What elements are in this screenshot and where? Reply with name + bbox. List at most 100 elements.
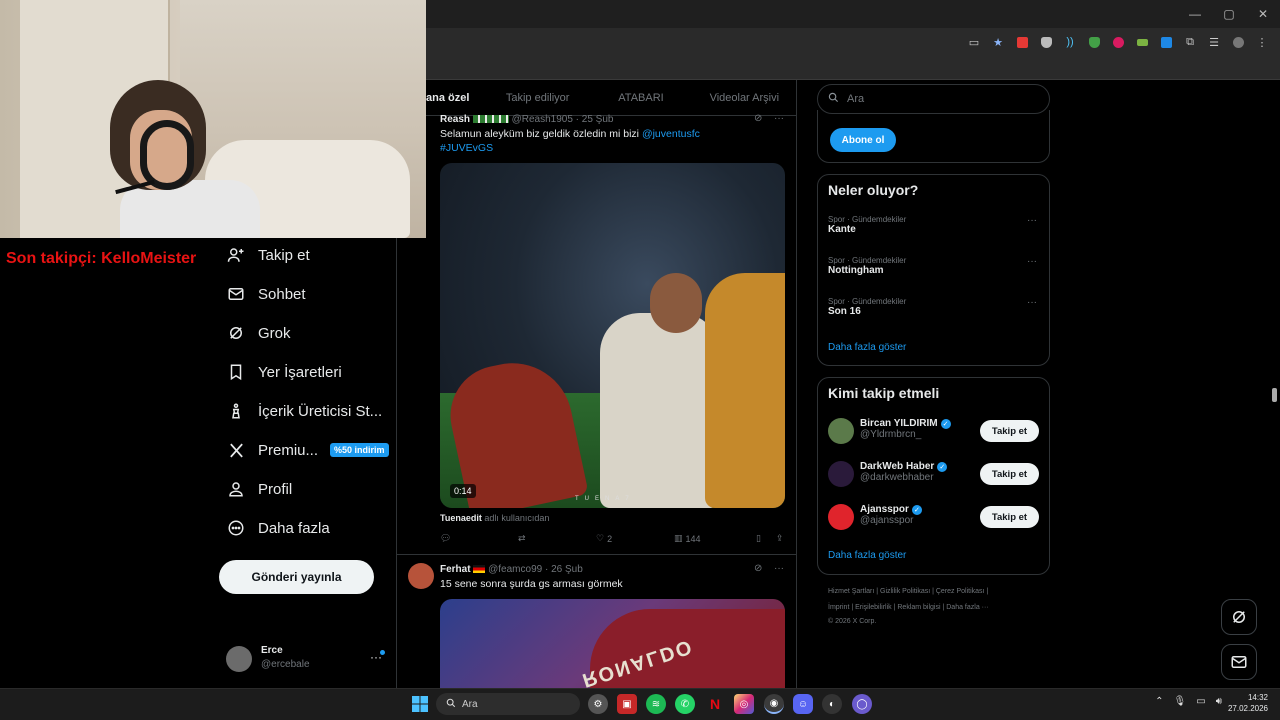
windows-start-icon[interactable] — [410, 694, 430, 714]
avatar[interactable] — [828, 418, 854, 444]
flag-icon — [473, 565, 486, 574]
subscribe-button[interactable]: Abone ol — [830, 128, 896, 152]
display-icon[interactable]: ▭ — [1196, 696, 1205, 707]
red-app-icon[interactable]: ▣ — [617, 694, 637, 714]
discount-badge: %50 indirim — [330, 443, 389, 457]
scrollbar-thumb[interactable] — [1272, 388, 1277, 402]
extension-shield-icon[interactable] — [1036, 32, 1056, 52]
suggestion-handle: @darkwebhaber — [860, 472, 934, 483]
trend-more-icon[interactable]: ··· — [1027, 215, 1037, 226]
puzzle-icon[interactable]: ⧉ — [1180, 32, 1200, 52]
spotify-icon[interactable]: ≋ — [646, 694, 666, 714]
trend-item[interactable]: Spor · Gündemdekiler Son 16 — [828, 297, 906, 317]
suggestion-name: DarkWeb Haber — [860, 461, 935, 472]
account-switcher[interactable]: Erce @ercebale ··· — [226, 644, 386, 676]
nav-premium[interactable]: Premiu... %50 indirim — [226, 435, 389, 465]
attribution-user[interactable]: Tuenaedit — [440, 513, 482, 523]
nav-grok[interactable]: Grok — [226, 318, 291, 348]
nav-chat[interactable]: Sohbet — [226, 279, 306, 309]
trend-item[interactable]: Spor · Gündemdekiler Nottingham — [828, 256, 906, 276]
tweet-more-icon[interactable]: ··· — [774, 113, 784, 124]
grok-analyze-icon[interactable]: ⊘ — [754, 113, 762, 124]
extension-battery-icon[interactable] — [1132, 32, 1152, 52]
obs-icon[interactable]: ◐ — [822, 694, 842, 714]
views-button[interactable]: ▥ 144 — [674, 533, 756, 544]
profile-avatar-icon[interactable] — [1228, 32, 1248, 52]
extension-red-icon[interactable] — [1012, 32, 1032, 52]
tweet-handle[interactable]: @feamco99 — [488, 564, 542, 575]
microphone-icon[interactable]: 🎙︎ — [1174, 696, 1187, 707]
trend-more-icon[interactable]: ··· — [1027, 256, 1037, 267]
chevron-up-icon[interactable]: ⌃ — [1155, 696, 1163, 707]
share-icon[interactable]: ⇪ — [776, 533, 784, 544]
taskbar-clock[interactable]: 14:32 27.02.2026 — [1228, 692, 1268, 714]
follow-button[interactable]: Takip et — [980, 420, 1039, 442]
trends-title: Neler oluyor? — [828, 182, 919, 198]
tab-ana-ozel[interactable]: ana özel — [426, 92, 486, 104]
nav-follow[interactable]: Takip et — [226, 240, 310, 270]
avatar[interactable] — [828, 461, 854, 487]
tweet-author-name[interactable]: Reash — [440, 114, 470, 125]
close-button[interactable]: ✕ — [1246, 0, 1280, 28]
suggestion-item[interactable]: Ajansspor ✓ @ajansspor — [860, 504, 922, 526]
reply-icon[interactable]: 💬︎ — [440, 533, 518, 544]
nav-creator-studio[interactable]: İçerik Üreticisi St... — [226, 396, 382, 426]
avatar[interactable] — [828, 504, 854, 530]
extension-green-shield-icon[interactable] — [1084, 32, 1104, 52]
tweet-date[interactable]: 25 Şub — [582, 114, 614, 125]
post-button[interactable]: Gönderi yayınla — [219, 560, 374, 594]
trend-item[interactable]: Spor · Gündemdekiler Kante — [828, 215, 906, 235]
star-bookmark-icon[interactable]: ★ — [988, 32, 1008, 52]
suggestion-item[interactable]: DarkWeb Haber ✓ @darkwebhaber — [860, 461, 948, 483]
bookmark-icon[interactable]: ▯ — [756, 533, 776, 544]
kebab-menu-icon[interactable]: ⋮ — [1252, 32, 1272, 52]
nav-bookmarks[interactable]: Yer İşaretleri — [226, 357, 342, 387]
volume-icon[interactable]: 🔊︎ — [1216, 696, 1222, 707]
hashtag-link[interactable]: #JUVEvGS — [440, 142, 493, 154]
instagram-icon[interactable]: ◎ — [734, 694, 754, 714]
tweet-video[interactable]: 0:14 TUENA7 — [440, 163, 785, 508]
nav-more[interactable]: Daha fazla — [226, 513, 330, 543]
follow-button[interactable]: Takip et — [980, 463, 1039, 485]
chart-icon: ▥ — [674, 533, 683, 543]
taskbar-search[interactable]: Ara — [436, 693, 580, 715]
verified-icon: ✓ — [937, 461, 948, 472]
avatar[interactable] — [408, 563, 434, 589]
nav-profile[interactable]: Profil — [226, 474, 292, 504]
grok-analyze-icon[interactable]: ⊘ — [754, 563, 762, 574]
settings-app-icon[interactable]: ⚙ — [588, 694, 608, 714]
who-show-more[interactable]: Daha fazla göster — [828, 550, 906, 561]
retweet-icon[interactable]: ⇄ — [518, 533, 596, 544]
messages-float-button[interactable] — [1221, 644, 1257, 680]
app-circle-icon[interactable]: ◯ — [852, 694, 872, 714]
tweet-handle[interactable]: @Reash1905 — [512, 114, 573, 125]
minimize-button[interactable]: — — [1178, 0, 1212, 28]
footer-links[interactable]: İmprint | Erişilebilirlik | Reklam bilgi… — [828, 604, 989, 611]
netflix-icon[interactable]: N — [705, 694, 725, 714]
clock-date: 27.02.2026 — [1227, 704, 1268, 713]
follow-button[interactable]: Takip et — [980, 506, 1039, 528]
chrome-icon[interactable]: ◉ — [764, 694, 784, 714]
tweet-more-icon[interactable]: ··· — [774, 563, 784, 574]
tab-following[interactable]: Takip ediliyor — [486, 92, 589, 104]
cast-icon[interactable]: ▭ — [964, 32, 984, 52]
tweet-author-name[interactable]: Ferhat — [440, 564, 471, 575]
footer-links[interactable]: Hizmet Şartları | Gizlilik Politikası | … — [828, 588, 988, 595]
maximize-button[interactable]: ▢ — [1212, 0, 1246, 28]
trend-more-icon[interactable]: ··· — [1027, 297, 1037, 308]
like-button[interactable]: ♡ 2 — [596, 533, 674, 544]
extension-blue-icon[interactable] — [1156, 32, 1176, 52]
tab-video-archive[interactable]: Videolar Arşivi — [693, 92, 796, 104]
suggestion-item[interactable]: Bircan YILDIRIM ✓ @Yldrmbrcn_ — [860, 418, 951, 440]
extension-ruby-icon[interactable] — [1108, 32, 1128, 52]
tweet-date[interactable]: 26 Şub — [551, 564, 583, 575]
reading-list-icon[interactable]: ☰ — [1204, 32, 1224, 52]
grok-float-button[interactable] — [1221, 599, 1257, 635]
extension-wave-icon[interactable]: )) — [1060, 32, 1080, 52]
tweet-video[interactable]: RONALDO — [440, 599, 785, 688]
trends-show-more[interactable]: Daha fazla göster — [828, 342, 906, 353]
discord-icon[interactable]: ☺ — [793, 694, 813, 714]
tab-atabari[interactable]: ATABARI — [589, 92, 692, 104]
whatsapp-icon[interactable]: ✆ — [675, 694, 695, 714]
mention-link[interactable]: @juventusfc — [642, 128, 700, 140]
